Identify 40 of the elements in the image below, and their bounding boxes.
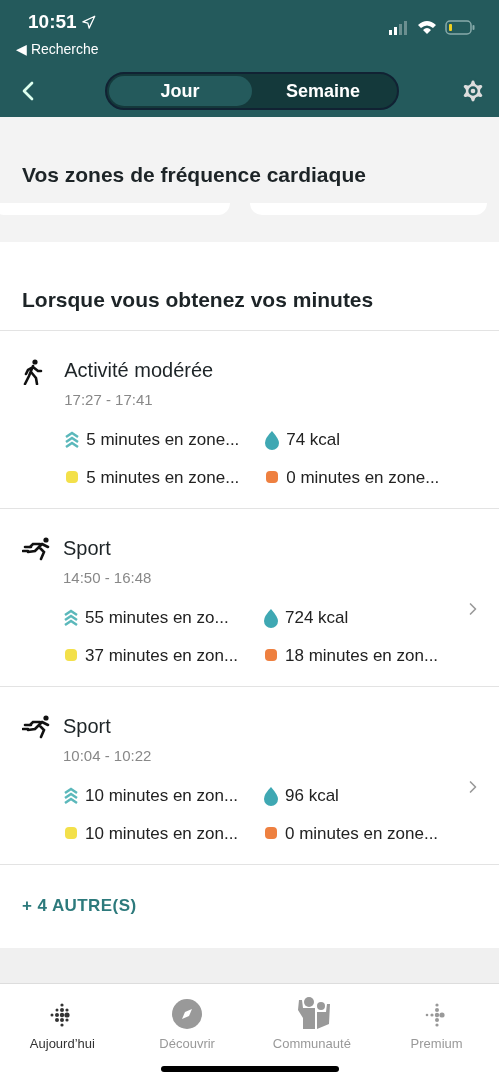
signal-icon bbox=[389, 20, 409, 35]
section-title: Lorsque vous obtenez vos minutes bbox=[0, 242, 499, 331]
stat-text: 5 minutes en zone... bbox=[86, 466, 240, 489]
stat-text: 10 minutes en zon... bbox=[85, 822, 239, 845]
activity-row[interactable]: Sport 10:04 - 10:22 10 minutes en zon... 96 kcal 10 minutes en zon... 0 minutes en zone... bbox=[0, 686, 499, 865]
activity-name: Sport bbox=[63, 535, 112, 561]
location-arrow-icon bbox=[80, 14, 96, 30]
period-tab[interactable]: Semaine bbox=[251, 76, 395, 106]
activity-row[interactable]: Sport 14:50 - 16:48 55 minutes en zo... 724 kcal 37 minutes en zon... 18 minutes en zon... bbox=[0, 508, 499, 687]
stat-text: 0 minutes en zone... bbox=[286, 466, 440, 489]
stat-text: 55 minutes en zo... bbox=[85, 607, 229, 629]
stat-text: 10 minutes en zon... bbox=[85, 785, 239, 807]
period-tab[interactable]: Jour bbox=[108, 76, 252, 106]
stat-text: 5 minutes en zone... bbox=[86, 429, 240, 451]
chevrons-up-icon bbox=[63, 786, 79, 805]
wifi-icon bbox=[417, 20, 437, 35]
walking-person-icon bbox=[22, 358, 44, 385]
section-title: Vos zones de fréquence cardiaque bbox=[21, 162, 367, 188]
running-person-icon bbox=[22, 536, 52, 561]
clock-time: 10:51 bbox=[28, 10, 77, 34]
activity-row[interactable]: Activité modérée 17:27 - 17:41 5 minutes en zone... 74 kcal 5 minutes en zone... 0 minutes en zone... bbox=[0, 330, 499, 509]
battery-icon bbox=[445, 20, 475, 35]
stat-text: 0 minutes en zone... bbox=[285, 822, 439, 845]
more-link[interactable]: + 4 AUTRE(S) bbox=[22, 893, 137, 919]
stat-text: 96 kcal bbox=[285, 785, 339, 807]
compass-icon bbox=[171, 998, 204, 1030]
back-to-app-link[interactable]: ◀ Recherche bbox=[16, 38, 99, 60]
activity-name: Sport bbox=[63, 713, 112, 739]
activity-time: 14:50 - 16:48 bbox=[63, 567, 153, 588]
nav-tab[interactable]: Aujourd’hui bbox=[7, 991, 118, 1054]
stat-text: 18 minutes en zon... bbox=[285, 644, 439, 667]
stat-text: 37 minutes en zon... bbox=[85, 644, 239, 667]
running-person-icon bbox=[22, 714, 52, 739]
activity-time: 10:04 - 10:22 bbox=[63, 745, 153, 766]
activity-name: Activité modérée bbox=[64, 357, 215, 383]
activity-time: 17:27 - 17:41 bbox=[64, 389, 154, 410]
chevrons-up-icon bbox=[63, 608, 79, 627]
stat-text: 74 kcal bbox=[286, 429, 341, 451]
stat-text: 724 kcal bbox=[285, 607, 349, 629]
chevrons-up-icon bbox=[64, 430, 81, 449]
